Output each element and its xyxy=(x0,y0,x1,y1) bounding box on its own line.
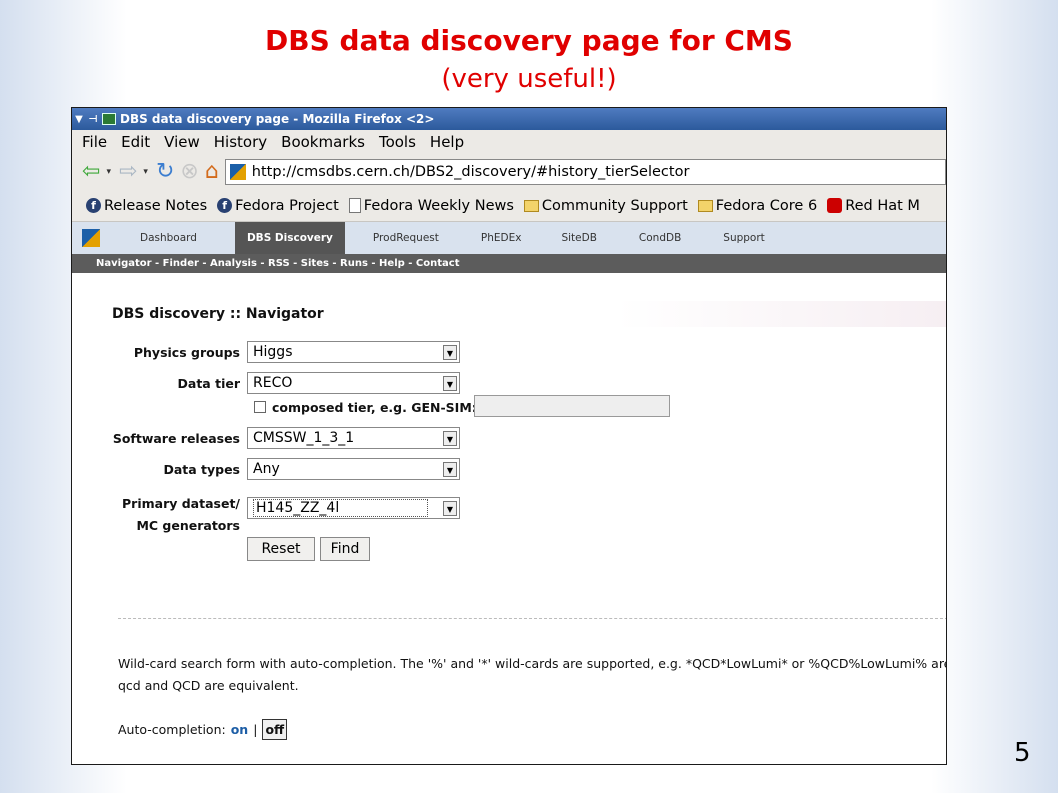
bookmark-red-hat[interactable]: Red Hat M xyxy=(827,198,920,214)
find-button[interactable]: Find xyxy=(320,537,370,561)
software-releases-select[interactable]: CMSSW_1_3_1 ▼ xyxy=(247,427,460,449)
menu-history[interactable]: History xyxy=(214,133,267,151)
folder-icon xyxy=(697,199,713,212)
data-tier-label: Data tier xyxy=(177,376,240,391)
slide-title: DBS data discovery page for CMS xyxy=(265,24,793,57)
menu-help[interactable]: Help xyxy=(430,133,464,151)
url-text: http://cmsdbs.cern.ch/DBS2_discovery/#hi… xyxy=(251,164,690,180)
navigation-toolbar: ⇦ ▾ ⇨ ▾ ↻ ⊗ ⌂ http://cmsdbs.cern.ch/DBS2… xyxy=(72,154,946,190)
tab-dbs-discovery[interactable]: DBS Discovery xyxy=(234,222,345,254)
browser-window: ▼ ⊣ DBS data discovery page - Mozilla Fi… xyxy=(71,107,947,765)
data-types-value: Any xyxy=(253,461,280,477)
bookmark-fedora-weekly-news[interactable]: Fedora Weekly News xyxy=(348,197,514,214)
fedora-icon: f xyxy=(86,198,101,213)
chevron-down-icon: ▼ xyxy=(443,345,457,360)
primary-dataset-select[interactable]: H145_ZZ_4l ▼ xyxy=(247,497,460,519)
primary-dataset-label-line1: Primary dataset/ xyxy=(122,496,240,511)
data-types-label: Data types xyxy=(163,462,240,477)
reset-button[interactable]: Reset xyxy=(247,537,315,561)
chevron-down-icon: ▼ xyxy=(443,431,457,446)
auto-completion-off-button[interactable]: off xyxy=(262,719,288,740)
app-icon xyxy=(102,113,116,125)
tab-support[interactable]: Support xyxy=(723,222,765,254)
primary-dataset-label: Primary dataset/ MC generators xyxy=(112,493,240,537)
primary-dataset-value: H145_ZZ_4l xyxy=(253,499,429,517)
auto-completion-on-link[interactable]: on xyxy=(231,722,249,737)
physics-groups-label: Physics groups xyxy=(133,345,240,360)
physics-groups-value: Higgs xyxy=(253,344,293,360)
composed-tier-label: composed tier, e.g. GEN-SIM: xyxy=(272,400,477,415)
software-releases-label: Software releases xyxy=(112,431,240,446)
bookmark-label: Red Hat M xyxy=(845,197,920,214)
cms-logo-icon xyxy=(82,229,100,247)
forward-dropdown-icon[interactable]: ▾ xyxy=(143,167,148,177)
divider xyxy=(118,618,946,619)
window-menu-icon[interactable]: ▼ xyxy=(72,114,86,125)
tab-sitedb[interactable]: SiteDB xyxy=(561,222,596,254)
forward-arrow-icon[interactable]: ⇨ xyxy=(119,161,137,183)
chevron-down-icon: ▼ xyxy=(443,376,457,391)
bookmark-label: Fedora Weekly News xyxy=(363,197,514,214)
stop-icon[interactable]: ⊗ xyxy=(180,161,198,183)
chevron-down-icon: ▼ xyxy=(443,462,457,477)
window-title: DBS data discovery page - Mozilla Firefo… xyxy=(120,112,435,126)
bookmark-fedora-project[interactable]: f Fedora Project xyxy=(217,198,339,214)
home-icon[interactable]: ⌂ xyxy=(205,161,219,183)
fedora-icon: f xyxy=(217,198,233,213)
bookmarks-toolbar: f Release Notes f Fedora Project Fedora … xyxy=(72,190,946,222)
menu-bookmarks[interactable]: Bookmarks xyxy=(281,133,365,151)
window-titlebar: ▼ ⊣ DBS data discovery page - Mozilla Fi… xyxy=(72,108,946,130)
back-arrow-icon[interactable]: ⇦ xyxy=(82,161,100,183)
bookmark-label: Fedora Project xyxy=(235,197,339,214)
sub-navigation[interactable]: Navigator - Finder - Analysis - RSS - Si… xyxy=(72,254,946,273)
bookmark-label: Fedora Core 6 xyxy=(715,197,818,214)
software-releases-value: CMSSW_1_3_1 xyxy=(253,430,355,446)
menu-edit[interactable]: Edit xyxy=(121,133,150,151)
primary-dataset-label-line2: MC generators xyxy=(136,518,240,533)
tab-phedex[interactable]: PhEDEx xyxy=(481,222,522,254)
composed-tier-checkbox[interactable] xyxy=(254,401,266,413)
tab-prodrequest[interactable]: ProdRequest xyxy=(373,222,439,254)
physics-groups-select[interactable]: Higgs ▼ xyxy=(247,341,460,363)
menu-file[interactable]: File xyxy=(82,133,107,151)
tab-conddb[interactable]: CondDB xyxy=(639,222,681,254)
bookmark-fedora-core-6[interactable]: Fedora Core 6 xyxy=(697,197,818,214)
page-content: DBS discovery :: Navigator Physics group… xyxy=(72,273,947,764)
bookmark-release-notes[interactable]: f Release Notes xyxy=(86,198,207,214)
reload-icon[interactable]: ↻ xyxy=(156,161,174,183)
chevron-down-icon: ▼ xyxy=(443,501,457,516)
redhat-icon xyxy=(827,198,843,213)
data-tier-select[interactable]: RECO ▼ xyxy=(247,372,460,394)
folder-icon xyxy=(523,199,539,212)
data-types-select[interactable]: Any ▼ xyxy=(247,458,460,480)
tab-dashboard[interactable]: Dashboard xyxy=(140,222,197,254)
page-icon xyxy=(348,198,361,213)
pin-icon[interactable]: ⊣ xyxy=(86,114,100,125)
auto-completion-control: Auto-completion: on | off xyxy=(118,719,288,740)
auto-completion-separator: | xyxy=(253,722,258,737)
bookmark-label: Community Support xyxy=(541,197,688,214)
composed-tier-input[interactable] xyxy=(474,395,670,417)
slide-subtitle: (very useful!) xyxy=(441,64,617,94)
site-favicon-icon xyxy=(229,164,246,180)
back-dropdown-icon[interactable]: ▾ xyxy=(106,167,111,177)
bookmark-community-support[interactable]: Community Support xyxy=(523,197,688,214)
bookmark-label: Release Notes xyxy=(104,197,208,214)
url-bar[interactable]: http://cmsdbs.cern.ch/DBS2_discovery/#hi… xyxy=(224,159,946,185)
data-tier-value: RECO xyxy=(253,375,293,391)
section-heading: DBS discovery :: Navigator xyxy=(112,301,946,327)
navigator-title: DBS discovery :: Navigator xyxy=(112,306,324,322)
slide-page-number: 5 xyxy=(1014,738,1031,768)
help-line-1: Wild-card search form with auto-completi… xyxy=(118,656,947,671)
auto-completion-label: Auto-completion: xyxy=(118,722,226,737)
cms-tab-bar: Dashboard DBS Discovery ProdRequest PhED… xyxy=(72,222,946,254)
menu-bar: File Edit View History Bookmarks Tools H… xyxy=(72,130,946,154)
menu-tools[interactable]: Tools xyxy=(379,133,416,151)
menu-view[interactable]: View xyxy=(164,133,200,151)
help-line-2: qcd and QCD are equivalent. xyxy=(118,678,299,693)
help-text: Wild-card search form with auto-completi… xyxy=(118,653,947,697)
